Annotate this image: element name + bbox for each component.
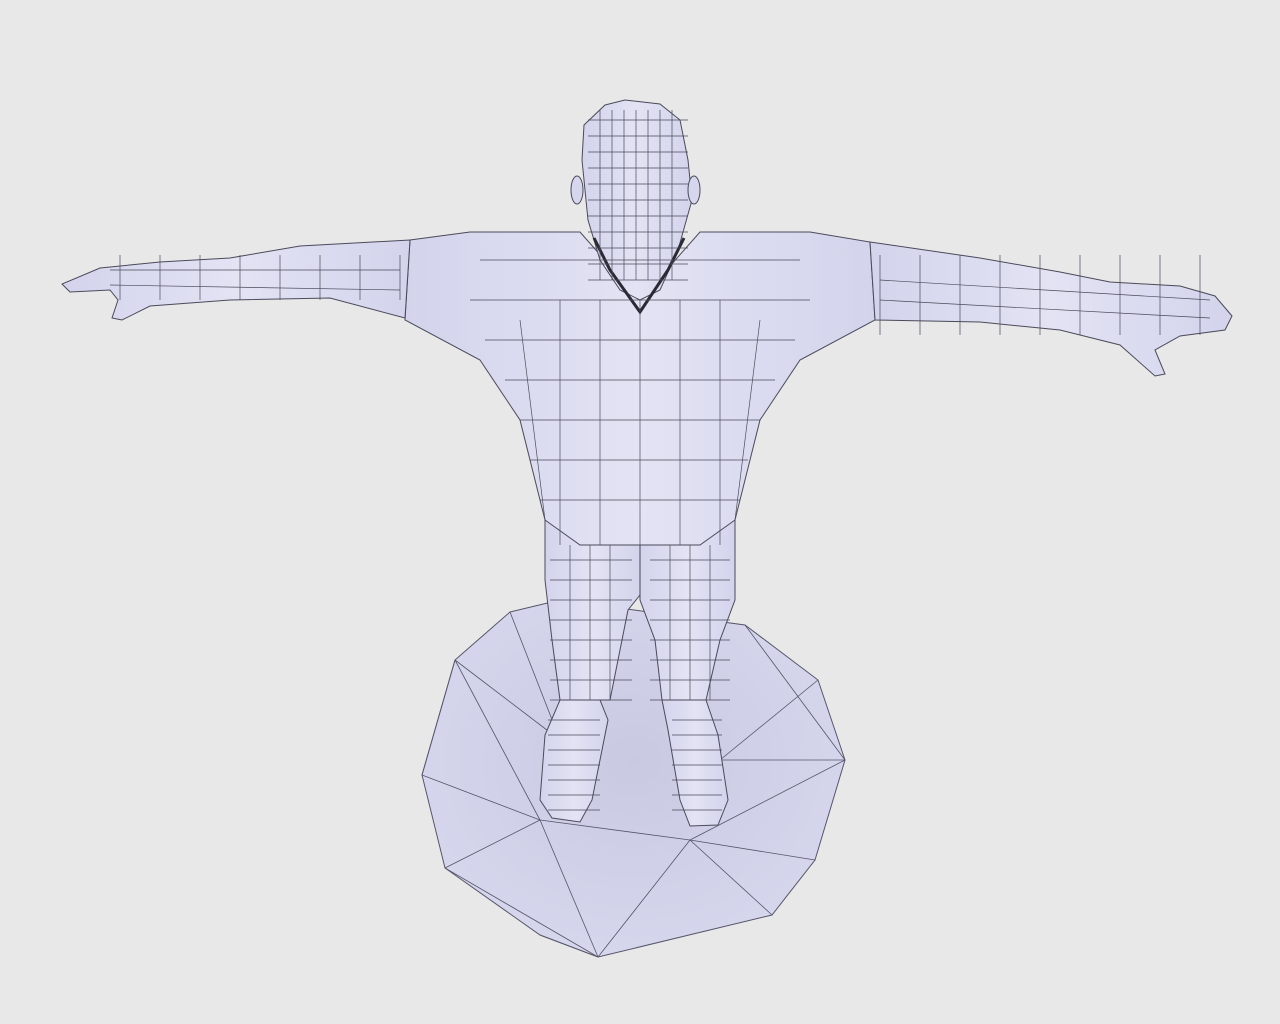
render-viewport — [0, 0, 1280, 1024]
render-canvas — [0, 0, 1280, 1024]
